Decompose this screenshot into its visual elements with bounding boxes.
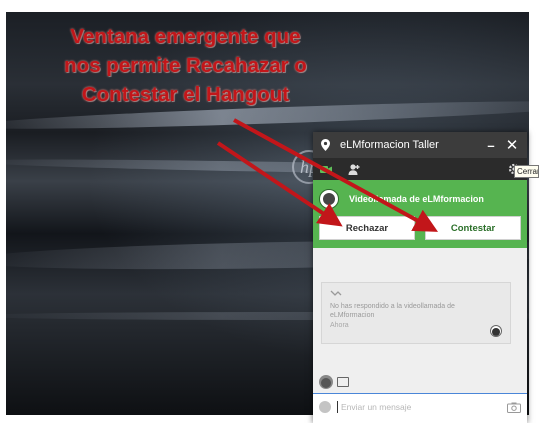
participant-avatar	[319, 375, 333, 389]
hangout-window: eLMformacion Taller – ✕ Videollamada de …	[313, 132, 527, 423]
missed-call-text: No has respondido a la videollamada de e…	[330, 303, 455, 319]
incoming-call-panel: Videollamada de eLMformacion Rechazar Co…	[313, 180, 527, 248]
participants-bar	[313, 371, 527, 393]
missed-call-time: Ahora	[330, 322, 349, 329]
missed-call-card: No has respondido a la videollamada de e…	[321, 282, 511, 344]
hangout-titlebar[interactable]: eLMformacion Taller – ✕	[313, 132, 527, 158]
emoji-icon[interactable]	[319, 401, 331, 413]
incoming-call-title: Videollamada de eLMformacion	[349, 194, 484, 204]
message-composer	[313, 393, 527, 420]
annotation-line: nos permite Recahazar o	[64, 54, 307, 77]
camera-icon[interactable]	[507, 402, 521, 413]
annotation-line: Contestar el Hangout	[81, 83, 290, 106]
video-icon[interactable]	[337, 377, 349, 387]
answer-button[interactable]: Contestar	[425, 216, 521, 240]
reject-button[interactable]: Rechazar	[319, 216, 415, 240]
location-pin-icon	[321, 139, 330, 151]
minimize-button[interactable]: –	[483, 138, 499, 153]
close-button[interactable]: ✕	[505, 136, 519, 154]
annotation-line: Ventana emergente que	[70, 25, 301, 48]
message-input[interactable]	[337, 401, 507, 413]
video-camera-icon[interactable]	[319, 162, 333, 176]
screen: hp Ventana emergente que nos permite Rec…	[0, 0, 539, 423]
incoming-call-header: Videollamada de eLMformacion	[319, 186, 521, 212]
annotation-caption: Ventana emergente que nos permite Recaha…	[8, 22, 363, 109]
caller-avatar	[319, 189, 339, 209]
hangout-toolbar	[313, 158, 527, 180]
missed-call-icon	[330, 290, 342, 296]
sender-avatar	[490, 325, 502, 337]
hangout-title: eLMformacion Taller	[340, 139, 439, 151]
call-actions: Rechazar Contestar	[319, 216, 521, 240]
conversation-area[interactable]: No has respondido a la videollamada de e…	[313, 248, 527, 371]
close-tooltip: Cerrar	[514, 165, 539, 178]
add-person-icon[interactable]	[347, 162, 361, 176]
